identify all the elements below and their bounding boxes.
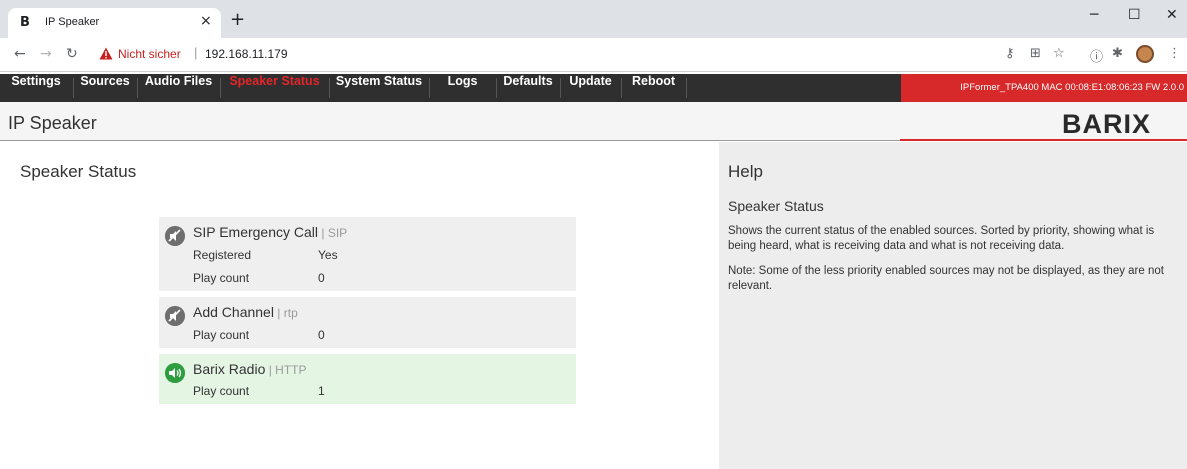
profile-avatar-icon[interactable] [1136, 45, 1154, 63]
help-note: Note: Some of the less priority enabled … [728, 265, 1164, 292]
barix-logo: BARIX [1062, 109, 1152, 139]
close-window-icon[interactable]: ✕ [1166, 7, 1178, 23]
help-subtitle: Speaker Status [728, 198, 824, 214]
source-card-barix-radio: Barix Radio | HTTP Play count 1 [159, 354, 576, 404]
source-row-label: Play count [193, 328, 250, 342]
warning-icon [99, 47, 113, 60]
tab-title: IP Speaker [45, 16, 100, 28]
source-name: Barix Radio | HTTP [193, 361, 307, 377]
back-arrow-icon[interactable]: ← [14, 46, 26, 62]
main-nav: Settings Sources Audio Files Speaker Sta… [0, 74, 1187, 102]
nav-audio-files[interactable]: Audio Files [138, 74, 219, 102]
nav-settings[interactable]: Settings [0, 74, 72, 102]
source-row-value: Yes [318, 248, 338, 262]
translate-icon[interactable]: ⊞ [1030, 46, 1041, 61]
nav-defaults[interactable]: Defaults [497, 74, 559, 102]
maximize-icon[interactable]: ☐ [1128, 7, 1141, 23]
source-row-label: Play count [193, 384, 250, 398]
barix-favicon-icon: B [20, 15, 30, 30]
star-icon[interactable]: ☆ [1053, 46, 1065, 61]
new-tab-button[interactable]: + [230, 9, 245, 30]
nav-logs[interactable]: Logs [430, 74, 495, 102]
help-panel: Help Speaker Status Shows the current st… [719, 142, 1187, 469]
not-secure-label[interactable]: Nicht sicher [118, 47, 181, 61]
nav-speaker-status[interactable]: Speaker Status [221, 74, 328, 102]
more-menu-icon[interactable]: ⋮ [1168, 46, 1181, 61]
tab-close-icon[interactable]: × [200, 13, 212, 29]
minimize-icon[interactable]: ─ [1090, 7, 1098, 23]
browser-tab-strip: B IP Speaker × + ─ ☐ ✕ [0, 0, 1187, 38]
source-row-value: 0 [318, 328, 325, 342]
source-type: rtp [283, 306, 298, 320]
speaker-muted-icon [165, 306, 185, 326]
source-card-sip-emergency-call: SIP Emergency Call | SIP Registered Yes … [159, 217, 576, 291]
reload-icon[interactable]: ↻ [66, 46, 78, 62]
device-info-text: IPFormer_TPA400 MAC 00:08:E1:08:06:23 FW… [960, 82, 1184, 93]
nav-sources[interactable]: Sources [74, 74, 136, 102]
address-separator: | [194, 45, 198, 60]
page-header: IP Speaker BARIX [0, 102, 1187, 141]
main-content: Speaker Status SIP Emergency Call | SIP … [0, 142, 719, 469]
source-name: Add Channel | rtp [193, 304, 298, 320]
extensions-icon[interactable]: ✱ [1112, 46, 1123, 61]
browser-tab[interactable]: B IP Speaker × [8, 8, 221, 38]
source-row-label: Play count [193, 271, 250, 285]
nav-divider [686, 78, 687, 98]
url-field[interactable]: 192.168.11.179 [205, 47, 288, 61]
source-row-value: 1 [318, 384, 325, 398]
app-title: IP Speaker [8, 113, 97, 133]
source-type: SIP [327, 226, 348, 240]
speaker-muted-icon [165, 226, 185, 246]
source-row-label: Registered [193, 248, 252, 262]
help-title: Help [728, 162, 763, 181]
source-name: SIP Emergency Call | SIP [193, 224, 348, 240]
info-icon[interactable]: ⓘ [1090, 46, 1103, 65]
speaker-playing-icon [165, 363, 185, 383]
source-type: HTTP [275, 363, 307, 377]
help-paragraph: Shows the current status of the enabled … [728, 225, 1155, 252]
nav-reboot[interactable]: Reboot [622, 74, 685, 102]
page-title: Speaker Status [20, 162, 137, 181]
device-info-bar: IPFormer_TPA400 MAC 00:08:E1:08:06:23 FW… [901, 74, 1187, 102]
source-card-add-channel: Add Channel | rtp Play count 0 [159, 297, 576, 348]
key-icon[interactable]: ⚷ [1005, 46, 1015, 61]
brand-underline [900, 139, 1187, 141]
nav-system-status[interactable]: System Status [330, 74, 428, 102]
browser-toolbar: ← → ↻ Nicht sicher | 192.168.11.179 ⚷ ⊞ … [0, 38, 1187, 72]
source-row-value: 0 [318, 271, 325, 285]
forward-arrow-icon[interactable]: → [40, 46, 52, 62]
nav-update[interactable]: Update [561, 74, 620, 102]
